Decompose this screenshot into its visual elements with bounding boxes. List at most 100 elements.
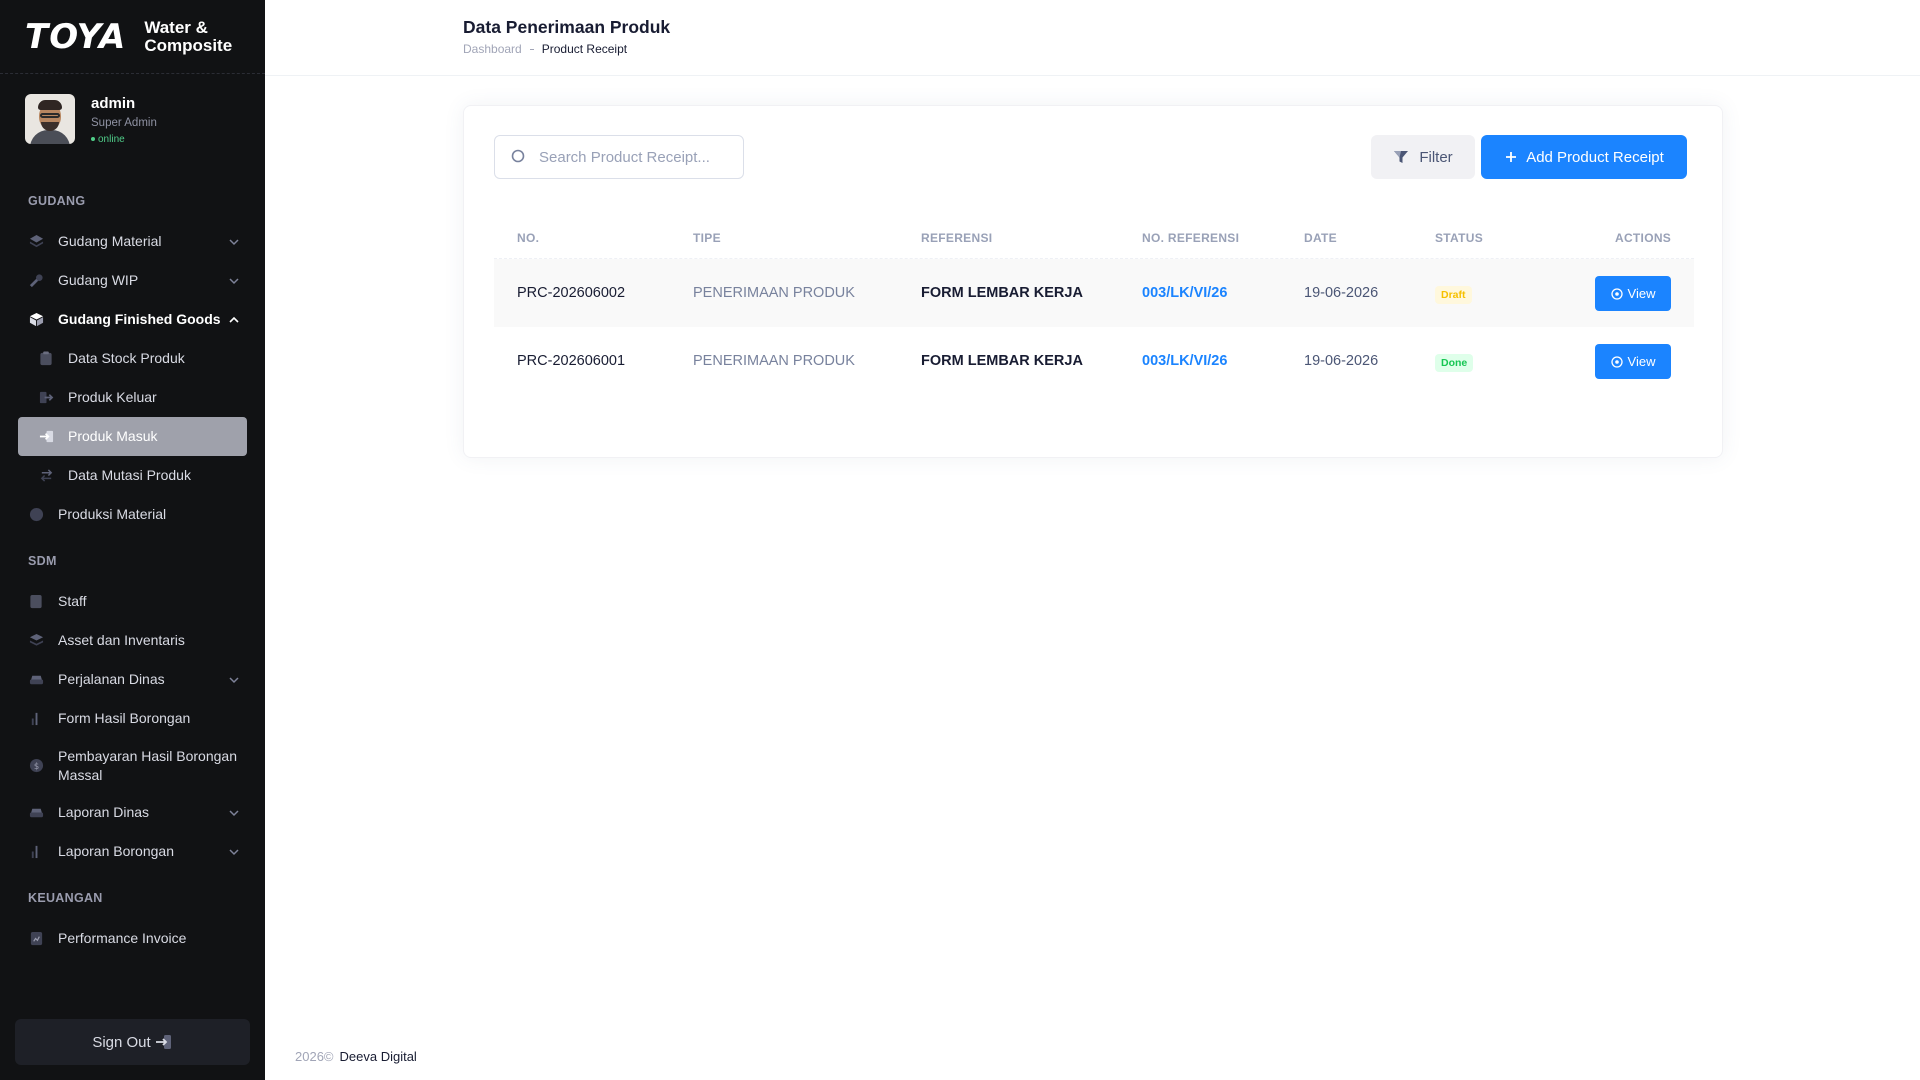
bar-chart-icon (28, 711, 44, 727)
column-header-no-referensi[interactable]: NO. REFERENSI (1142, 231, 1239, 245)
search-box[interactable] (494, 135, 744, 179)
table-header: NO. TIPE REFERENSI NO. REFERENSI DATE ST… (494, 216, 1694, 259)
cell-referensi: FORM LEMBAR KERJA (921, 285, 1083, 301)
section-keuangan: KEUANGAN (28, 891, 103, 905)
user-role: Super Admin (91, 117, 157, 129)
column-header-tipe[interactable]: TIPE (693, 231, 721, 245)
sidebar-item-label: Produksi Material (58, 506, 167, 522)
sidebar-item-gudang-material[interactable]: Gudang Material (0, 222, 265, 261)
circle-icon (28, 507, 44, 523)
wrench-icon (28, 273, 44, 289)
chevron-down-icon (229, 238, 239, 245)
brand-name: Water & Composite (144, 18, 233, 55)
sidebar-item-laporan-borongan[interactable]: Laporan Borongan (0, 832, 265, 871)
page-header: Data Penerimaan Produk Dashboard Product… (265, 0, 1920, 76)
view-button[interactable]: View (1595, 276, 1671, 311)
user-name: admin (91, 95, 136, 112)
product-receipt-card: Filter Add Product Receipt NO. TIPE REFE… (463, 105, 1723, 458)
sidebar-item-laporan-dinas[interactable]: Laporan Dinas (0, 793, 265, 832)
sidebar-item-form-hasil-borongan[interactable]: Form Hasil Borongan (0, 699, 265, 738)
column-header-date[interactable]: DATE (1304, 231, 1337, 245)
sign-out-label: Sign Out (92, 1033, 151, 1051)
table-row: PRC-202606001 PENERIMAAN PRODUK FORM LEM… (494, 327, 1694, 395)
clipboard-icon (38, 351, 54, 367)
footer-company-link[interactable]: Deeva Digital (340, 1049, 417, 1064)
sidebar-item-performance-invoice[interactable]: Performance Invoice (0, 919, 265, 958)
table-row: PRC-202606002 PENERIMAAN PRODUK FORM LEM… (494, 259, 1694, 327)
sidebar-item-label: Laporan Borongan (58, 843, 174, 859)
view-label: View (1627, 354, 1656, 369)
svg-text:$: $ (33, 761, 38, 771)
filter-icon (1394, 151, 1409, 163)
sign-out-icon (155, 1035, 171, 1049)
sidebar-item-produk-keluar[interactable]: Produk Keluar (0, 378, 265, 417)
breadcrumb-separator (529, 48, 534, 50)
brand-logo[interactable]: TOYA Water & Composite (0, 0, 265, 74)
sidebar-item-label: Laporan Dinas (58, 804, 150, 820)
cell-tipe: PENERIMAAN PRODUK (693, 353, 855, 369)
brand-line-2: Composite (144, 35, 233, 55)
sign-out-button[interactable]: Sign Out (15, 1019, 250, 1065)
stack-icon (28, 633, 44, 649)
sidebar-item-label: Staff (58, 593, 87, 609)
view-button[interactable]: View (1595, 344, 1671, 379)
breadcrumb-current: Product Receipt (541, 42, 628, 56)
sidebar-item-label: Performance Invoice (58, 930, 187, 946)
sidebar-item-gudang-finished-goods[interactable]: Gudang Finished Goods (0, 300, 265, 339)
sidebar-item-label: Gudang WIP (58, 272, 139, 288)
user-status: online (91, 134, 157, 145)
footer: 2026© Deeva Digital (295, 1049, 417, 1064)
user-status-text: online (98, 134, 125, 145)
status-badge: Done (1435, 354, 1474, 372)
sidebar-item-data-mutasi-produk[interactable]: Data Mutasi Produk (0, 456, 265, 495)
column-header-actions: ACTIONS (1615, 231, 1672, 245)
column-header-referensi[interactable]: REFERENSI (921, 231, 992, 245)
sidebar-item-label: Asset dan Inventaris (58, 632, 185, 648)
cell-date: 19-06-2026 (1304, 353, 1379, 369)
column-header-status[interactable]: STATUS (1435, 231, 1483, 245)
chevron-down-icon (229, 676, 239, 683)
sidebar-item-gudang-wip[interactable]: Gudang WIP (0, 261, 265, 300)
add-product-receipt-button[interactable]: Add Product Receipt (1481, 135, 1687, 179)
search-icon (511, 149, 525, 163)
sidebar-item-staff[interactable]: Staff (0, 582, 265, 621)
cell-tipe: PENERIMAAN PRODUK (693, 285, 855, 301)
file-chart-icon (28, 931, 44, 947)
sidebar-item-perjalanan-dinas[interactable]: Perjalanan Dinas (0, 660, 265, 699)
breadcrumb: Dashboard Product Receipt (463, 42, 627, 56)
filter-label: Filter (1419, 148, 1453, 166)
product-receipt-table: NO. TIPE REFERENSI NO. REFERENSI DATE ST… (494, 216, 1694, 395)
sidebar-item-label: Form Hasil Borongan (58, 710, 191, 726)
sidebar-item-label: Produk Keluar (68, 389, 157, 405)
page-title: Data Penerimaan Produk (463, 17, 671, 37)
avatar (25, 94, 75, 144)
sidebar-item-label: Produk Masuk (68, 428, 158, 444)
filter-button[interactable]: Filter (1371, 135, 1475, 179)
user-profile[interactable]: admin Super Admin online (0, 74, 265, 178)
car-icon (28, 805, 44, 821)
view-label: View (1627, 286, 1656, 301)
enter-icon (38, 429, 54, 445)
section-gudang: GUDANG (28, 194, 86, 208)
cell-no: PRC-202606002 (517, 285, 626, 301)
cell-no: PRC-202606001 (517, 353, 626, 369)
chevron-down-icon (229, 809, 239, 816)
eye-icon (1610, 355, 1623, 368)
add-label: Add Product Receipt (1526, 148, 1664, 166)
sidebar-item-produksi-material[interactable]: Produksi Material (0, 495, 265, 534)
cell-no-referensi-link[interactable]: 003/LK/VI/26 (1142, 285, 1227, 301)
cell-date: 19-06-2026 (1304, 285, 1379, 301)
cell-no-referensi-link[interactable]: 003/LK/VI/26 (1142, 353, 1227, 369)
search-input[interactable] (539, 148, 729, 166)
breadcrumb-dashboard[interactable]: Dashboard (463, 42, 522, 56)
sidebar: TOYA Water & Composite admin Super Admin… (0, 0, 265, 1080)
column-header-no[interactable]: NO. (517, 231, 539, 245)
sidebar-item-pembayaran-hasil-borongan-massal[interactable]: $ Pembayaran Hasil Borongan Massal (0, 738, 265, 793)
footer-year: 2026© (295, 1049, 334, 1064)
cell-referensi: FORM LEMBAR KERJA (921, 353, 1083, 369)
chevron-down-icon (229, 848, 239, 855)
bar-chart-icon (28, 844, 44, 860)
sidebar-item-produk-masuk[interactable]: Produk Masuk (18, 417, 247, 456)
sidebar-item-asset-dan-inventaris[interactable]: Asset dan Inventaris (0, 621, 265, 660)
sidebar-item-data-stock-produk[interactable]: Data Stock Produk (0, 339, 265, 378)
